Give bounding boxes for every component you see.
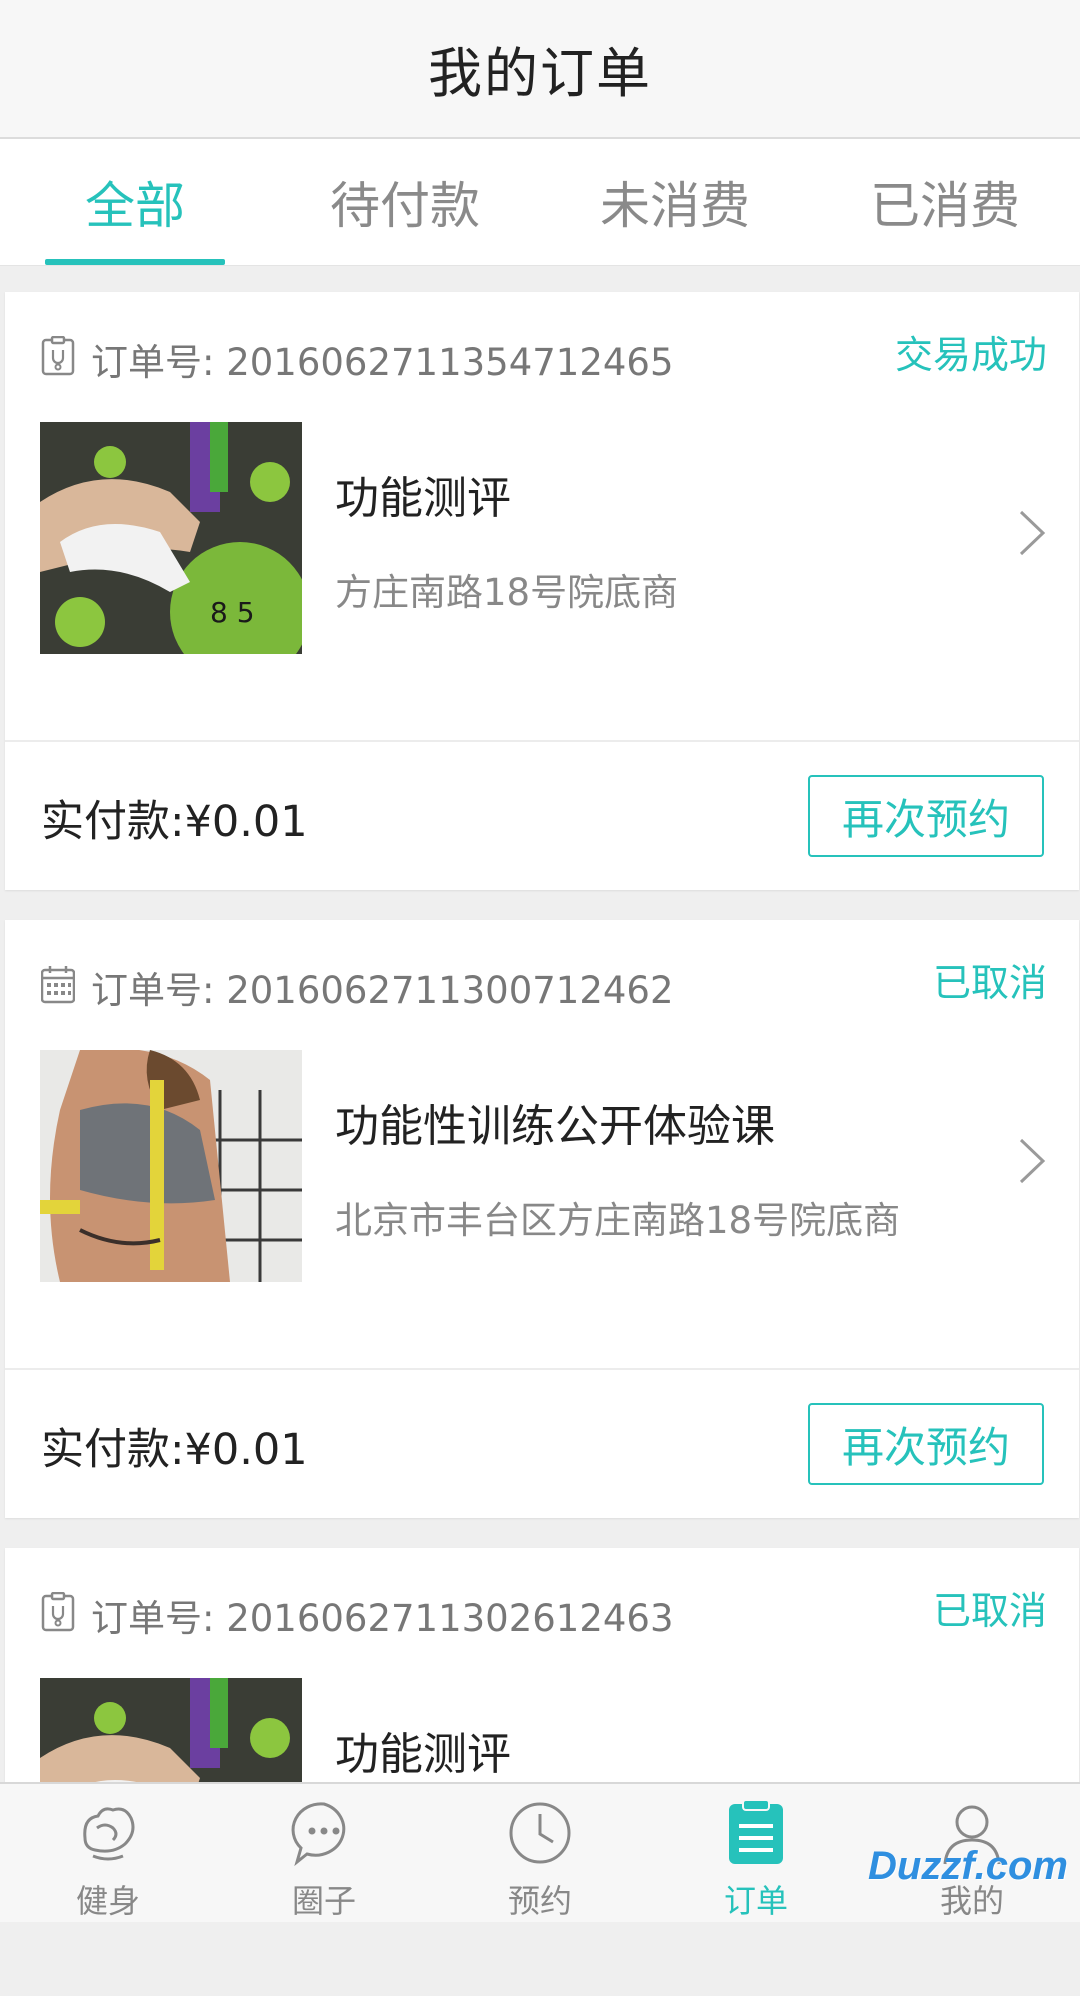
muscle-icon (83, 1807, 135, 1861)
order-header: 订单号: 2016062711300712462 已取消 (5, 920, 1079, 1040)
clipboard-list-icon (729, 1799, 783, 1864)
tab-unconsumed[interactable]: 未消费 (540, 139, 810, 265)
tab-pending-payment[interactable]: 待付款 (270, 139, 540, 265)
chat-bubble-icon (291, 1802, 346, 1867)
nav-item-orders[interactable]: 订单 (648, 1784, 864, 1922)
order-footer: 实付款:¥0.01 再次预约 (5, 1368, 1079, 1510)
tab-all[interactable]: 全部 (0, 139, 270, 265)
order-header: 订单号: 2016062711302612463 已取消 (5, 1548, 1079, 1668)
product-address: 方庄南路18号院底商 (335, 571, 679, 614)
order-status: 已取消 (932, 1589, 1047, 1633)
nav-item-circle[interactable]: 圈子 (216, 1784, 432, 1922)
clock-icon (509, 1802, 571, 1864)
nav-label: 健身 (75, 1882, 140, 1920)
order-card: 订单号: 2016062711300712462 已取消 功能性训练公开体验课 … (5, 920, 1079, 1518)
product-address: 北京市丰台区方庄南路18号院底商 (335, 1199, 901, 1242)
order-card: 订单号: 2016062711302612463 已取消 功能测评 (5, 1548, 1079, 1910)
page-title: 我的订单 (428, 42, 652, 105)
order-status: 交易成功 (894, 333, 1047, 377)
order-status: 已取消 (932, 961, 1047, 1005)
chevron-right-icon (1019, 1138, 1046, 1184)
clipboard-stethoscope-icon (41, 1592, 75, 1632)
product-thumbnail: 8 5 (40, 422, 302, 654)
calendar-icon (41, 966, 75, 1004)
product-thumbnail (40, 1050, 302, 1282)
svg-text:8 5: 8 5 (210, 596, 255, 629)
nav-label: 订单 (723, 1882, 788, 1920)
product-name: 功能性训练公开体验课 (335, 1101, 775, 1152)
product-name: 功能测评 (335, 473, 511, 524)
order-item[interactable]: 8 5 功能测评 方庄南路18号院底商 (5, 412, 1079, 740)
tab-consumed[interactable]: 已消费 (810, 139, 1080, 265)
nav-label: 预约 (507, 1882, 572, 1920)
paid-amount: 实付款:¥0.01 (41, 797, 308, 847)
order-number: 订单号: 2016062711354712465 (91, 341, 674, 384)
order-footer: 实付款:¥0.01 再次预约 (5, 740, 1079, 882)
nav-item-fitness[interactable]: 健身 (0, 1784, 216, 1922)
order-item[interactable]: 功能性训练公开体验课 北京市丰台区方庄南路18号院底商 (5, 1040, 1079, 1368)
paid-amount: 实付款:¥0.01 (41, 1425, 308, 1475)
order-number: 订单号: 2016062711300712462 (91, 969, 674, 1012)
order-filter-tabs: 全部 待付款 未消费 已消费 (0, 139, 1080, 266)
rebook-button[interactable]: 再次预约 (808, 1403, 1044, 1485)
clipboard-stethoscope-icon (41, 336, 75, 376)
product-name: 功能测评 (335, 1729, 511, 1780)
nav-item-booking[interactable]: 预约 (432, 1784, 648, 1922)
rebook-button[interactable]: 再次预约 (808, 775, 1044, 857)
nav-label: 圈子 (291, 1882, 356, 1920)
order-header: 订单号: 2016062711354712465 交易成功 (5, 292, 1079, 412)
chevron-right-icon (1019, 510, 1046, 556)
site-watermark: Duzzf.com (868, 1844, 1068, 1888)
order-card: 订单号: 2016062711354712465 交易成功 8 5 功能测评 方… (5, 292, 1079, 890)
app-header: 我的订单 (0, 0, 1080, 139)
order-number: 订单号: 2016062711302612463 (91, 1597, 674, 1640)
